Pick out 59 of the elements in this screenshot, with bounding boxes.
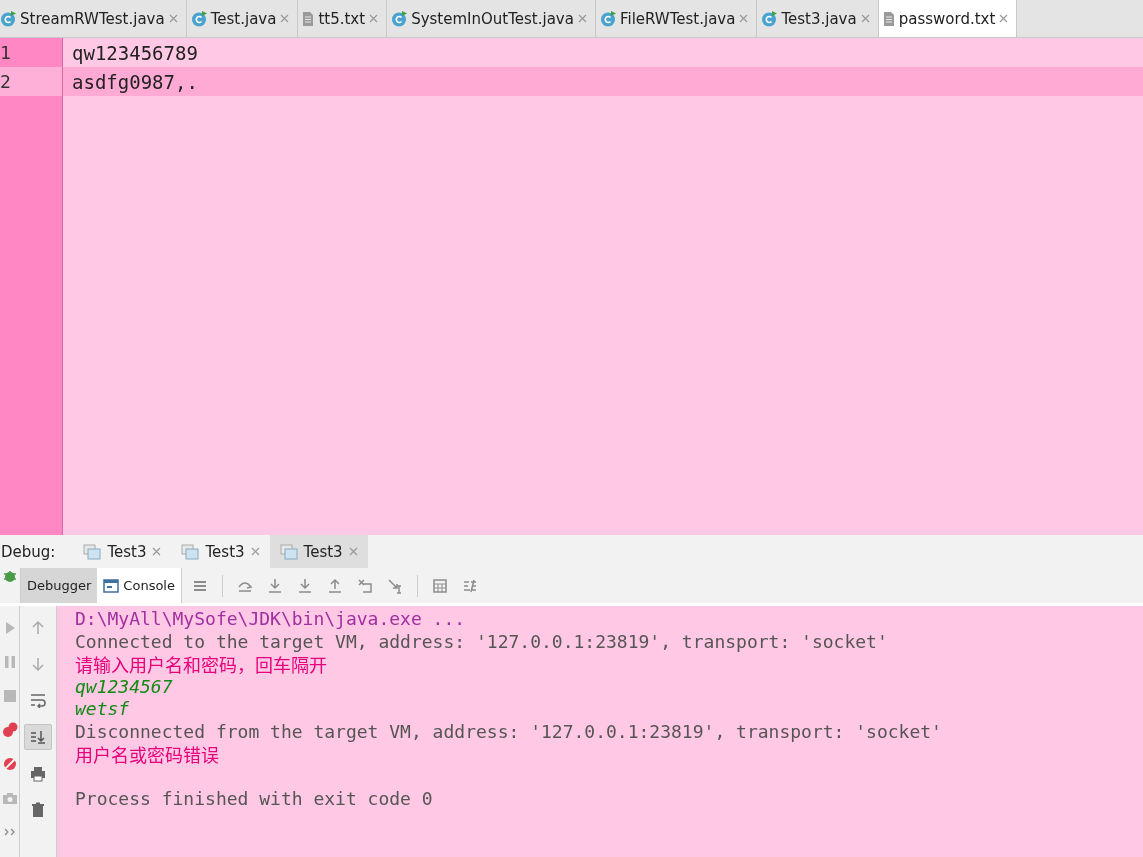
console-line: D:\MyAll\MySofe\JDK\bin\java.exe ... xyxy=(75,608,466,631)
class-icon xyxy=(761,10,778,27)
session-tab[interactable]: Test3 xyxy=(171,535,270,568)
text-file-icon xyxy=(302,10,315,27)
close-icon[interactable] xyxy=(168,14,178,23)
text-file-icon xyxy=(882,10,895,27)
up-arrow-icon[interactable] xyxy=(30,620,46,636)
mute-breakpoints-icon[interactable] xyxy=(1,756,18,772)
session-tab[interactable]: Test3 xyxy=(73,535,172,568)
console-line: wetsf xyxy=(75,698,130,721)
code-line: qw123456789 xyxy=(72,41,198,64)
window-icon xyxy=(181,543,200,560)
drop-frame-icon[interactable] xyxy=(356,577,373,594)
close-icon[interactable] xyxy=(860,14,870,23)
line-number: 2 xyxy=(0,71,11,92)
class-icon xyxy=(190,10,207,27)
editor-tab[interactable]: StreamRWTest.java xyxy=(0,0,187,37)
step-into-icon[interactable] xyxy=(266,577,283,594)
console-line: Connected to the target VM, address: '127.0.0.1:23819', transport: 'socket' xyxy=(75,630,888,653)
console-line: qw1234567 xyxy=(75,675,173,698)
console-line: Disconnected from the target VM, address: '127.0.0.1:23819', transport: 'socket' xyxy=(75,720,942,743)
close-icon[interactable] xyxy=(999,14,1009,23)
run-to-cursor-icon[interactable] xyxy=(386,577,403,594)
debug-label: Debug: xyxy=(1,542,56,561)
close-icon[interactable] xyxy=(250,547,260,556)
step-out-icon[interactable] xyxy=(326,577,343,594)
class-icon xyxy=(599,10,616,27)
breakpoints-icon[interactable] xyxy=(1,722,18,738)
line-number: 1 xyxy=(0,42,11,63)
panel-tab[interactable]: Debugger xyxy=(21,568,98,603)
console-line: 请输入用户名和密码，回车隔开 xyxy=(75,653,327,676)
class-icon xyxy=(391,10,408,27)
close-icon[interactable] xyxy=(577,14,587,23)
bug-icon[interactable] xyxy=(2,568,18,584)
close-icon[interactable] xyxy=(348,547,358,556)
close-icon[interactable] xyxy=(280,14,290,23)
code-line: asdfg0987,. xyxy=(72,70,198,93)
calculator-icon[interactable] xyxy=(431,577,448,594)
scroll-to-end-icon[interactable] xyxy=(30,729,46,745)
soft-wrap-icon[interactable] xyxy=(30,692,46,708)
class-icon xyxy=(0,10,16,27)
panel-tab[interactable]: Console xyxy=(97,568,181,603)
console-line: Process finished with exit code 0 xyxy=(75,788,433,811)
close-icon[interactable] xyxy=(152,547,162,556)
close-icon[interactable] xyxy=(739,14,749,23)
console-icon xyxy=(103,578,120,593)
window-icon xyxy=(279,543,298,560)
trash-icon[interactable] xyxy=(30,802,46,818)
session-tab[interactable]: Test3 xyxy=(269,535,368,568)
editor-tab[interactable]: password.txt xyxy=(878,0,1018,37)
console-line: 用户名或密码错误 xyxy=(75,743,219,766)
stop-icon[interactable] xyxy=(1,688,18,704)
camera-icon[interactable] xyxy=(1,790,18,806)
trace-icon[interactable] xyxy=(461,577,478,594)
window-icon xyxy=(83,543,102,560)
print-icon[interactable] xyxy=(30,766,46,782)
force-step-into-icon[interactable] xyxy=(296,577,313,594)
close-icon[interactable] xyxy=(369,14,379,23)
down-arrow-icon[interactable] xyxy=(30,656,46,672)
